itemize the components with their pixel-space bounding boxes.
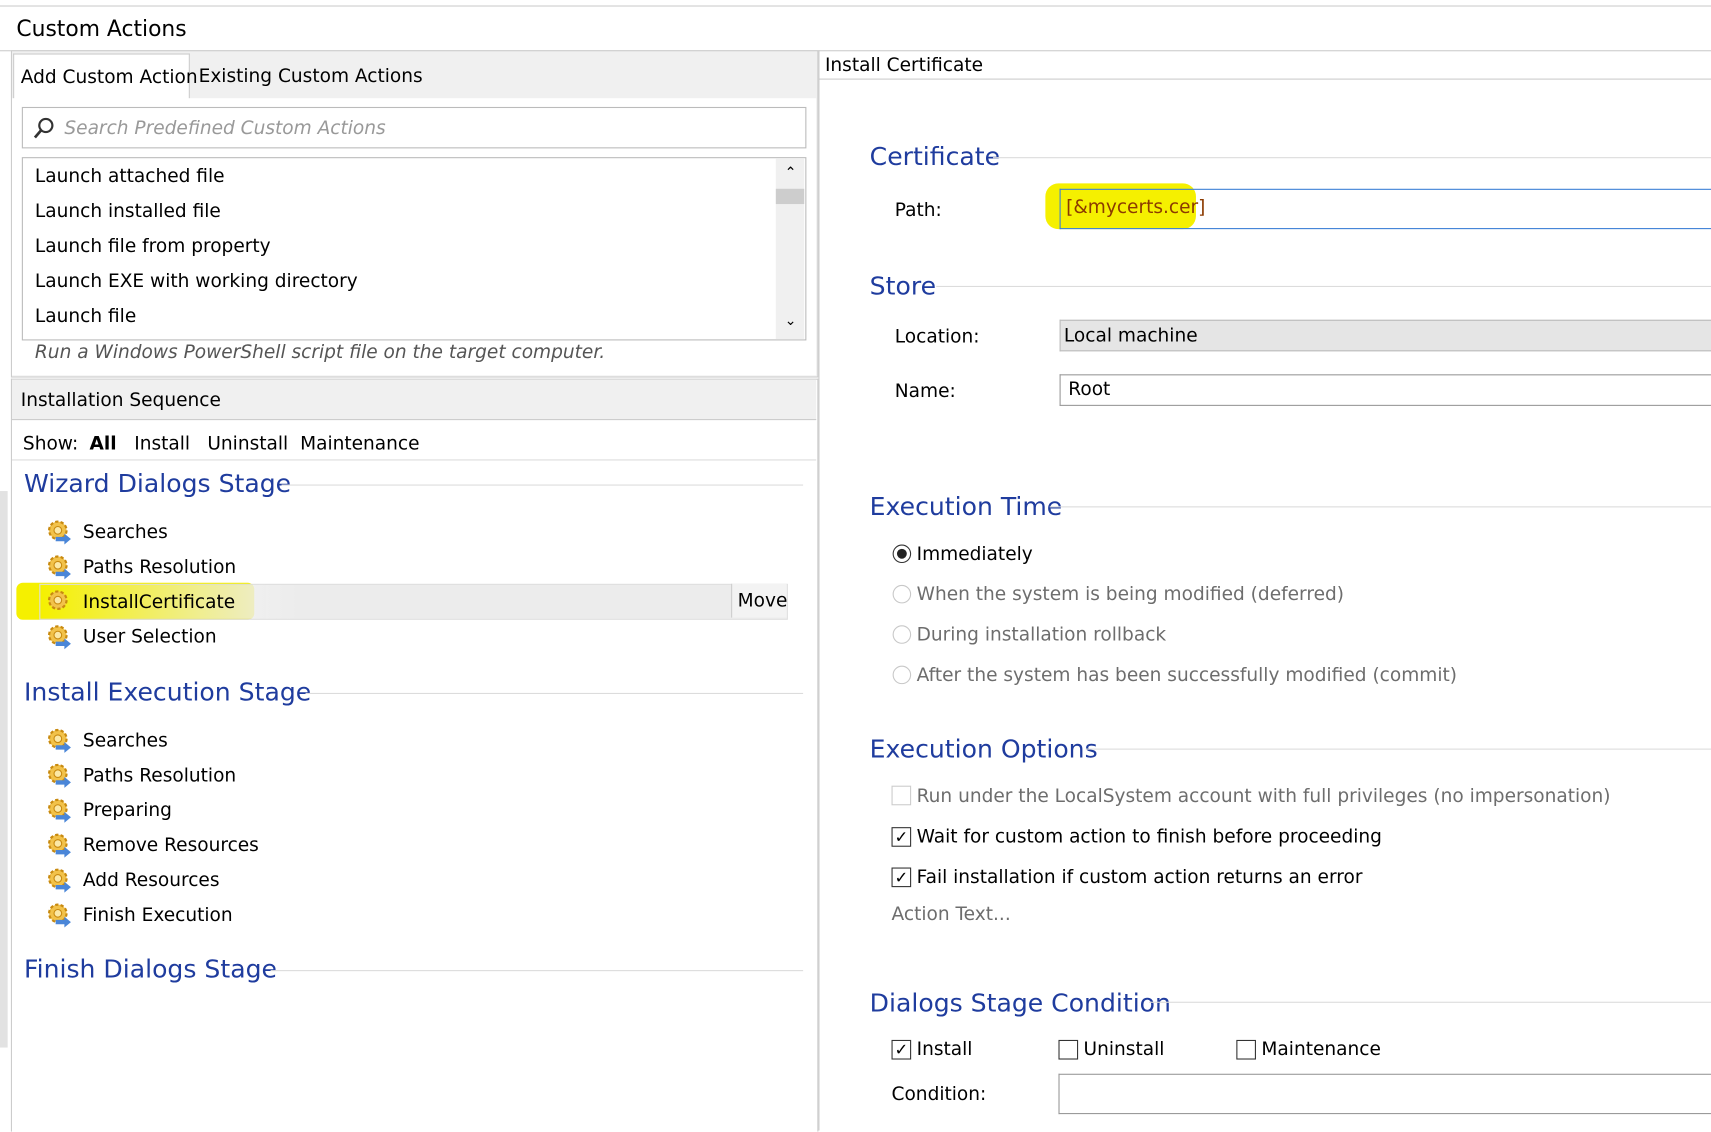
sequence-item[interactable]: InstallCertificate: [83, 591, 235, 613]
name-label: Name:: [894, 380, 956, 403]
checkbox-install[interactable]: ✓: [891, 1039, 912, 1060]
stage-heading: Finish Dialogs Stage: [24, 955, 277, 985]
condition-input[interactable]: [1058, 1073, 1711, 1115]
store-heading: Store: [869, 272, 937, 302]
details-title: Install Certificate: [824, 54, 984, 77]
window-title: Custom Actions: [16, 15, 187, 42]
location-select[interactable]: Local machine: [1059, 319, 1711, 352]
scroll-down-icon[interactable]: ⌄: [785, 313, 797, 329]
gear-arrow-icon: [46, 763, 72, 789]
execution-time-heading: Execution Time: [869, 493, 1063, 522]
filter-uninstall[interactable]: Uninstall: [207, 433, 288, 455]
filter-install[interactable]: Install: [134, 433, 190, 455]
gear-arrow-icon: [46, 728, 72, 754]
gear-arrow-icon: [46, 868, 72, 894]
scrollbar-thumb[interactable]: [775, 188, 805, 205]
checkbox-localsystem[interactable]: [891, 785, 912, 806]
sequence-scrollbar[interactable]: [0, 491, 8, 1048]
dialogs-condition-heading: Dialogs Stage Condition: [869, 989, 1171, 1019]
window-header: Custom Actions: [0, 5, 1711, 52]
checkbox-uninstall[interactable]: [1058, 1039, 1079, 1060]
checkbox-maintenance[interactable]: [1236, 1039, 1256, 1060]
sequence-item[interactable]: Searches: [83, 522, 168, 544]
show-label: Show:: [22, 433, 79, 456]
list-item[interactable]: Launch attached file: [35, 166, 225, 188]
stage-heading: Wizard Dialogs Stage: [24, 470, 292, 499]
gear-arrow-icon: [46, 519, 72, 545]
certificate-heading: Certificate: [869, 142, 1001, 172]
sequence-item[interactable]: Finish Execution: [83, 905, 233, 927]
path-input[interactable]: [&mycerts.cer]: [1059, 188, 1711, 230]
gear-icon: [46, 589, 72, 615]
radio-immediately[interactable]: [892, 544, 912, 564]
checkbox-wait-finish[interactable]: ✓: [891, 827, 912, 847]
list-item[interactable]: Launch EXE with working directory: [35, 271, 358, 293]
path-label: Path:: [894, 199, 942, 222]
installation-sequence-header: Installation Sequence: [12, 379, 817, 421]
name-input[interactable]: Root: [1059, 374, 1711, 406]
scroll-up-icon[interactable]: ⌃: [785, 165, 797, 181]
sequence-item[interactable]: Paths Resolution: [83, 765, 236, 787]
sequence-item[interactable]: Paths Resolution: [83, 557, 236, 579]
gear-arrow-icon: [46, 624, 72, 650]
filter-all[interactable]: All: [89, 433, 116, 455]
action-text-link[interactable]: Action Text...: [892, 904, 1011, 926]
sequence-item[interactable]: Preparing: [83, 800, 172, 822]
condition-label: Condition:: [891, 1083, 987, 1106]
radio-commit[interactable]: [892, 665, 912, 685]
checkbox-fail-on-error[interactable]: ✓: [891, 867, 912, 888]
execution-options-heading: Execution Options: [869, 735, 1098, 764]
location-label: Location:: [894, 326, 980, 349]
list-item[interactable]: Launch file from property: [35, 236, 271, 258]
list-item[interactable]: Launch file: [35, 306, 136, 328]
sequence-item[interactable]: User Selection: [83, 626, 217, 648]
gear-arrow-icon: [46, 798, 72, 824]
sequence-item[interactable]: Remove Resources: [83, 835, 259, 857]
tab-existing-custom-actions[interactable]: Existing Custom Actions: [190, 53, 423, 99]
list-item[interactable]: Launch installed file: [35, 201, 221, 223]
radio-rollback[interactable]: [892, 625, 912, 644]
sequence-item[interactable]: Add Resources: [83, 870, 220, 892]
gear-arrow-icon: [46, 833, 72, 859]
gear-arrow-icon: [46, 554, 72, 580]
list-scrollbar[interactable]: ⌃ ⌄: [775, 158, 805, 340]
action-description: Run a Windows PowerShell script file on …: [34, 341, 606, 364]
gear-arrow-icon: [46, 902, 72, 928]
tab-add-custom-action[interactable]: Add Custom Action: [13, 53, 198, 101]
radio-deferred[interactable]: [892, 584, 912, 604]
sequence-item[interactable]: Searches: [83, 730, 168, 752]
predefined-actions-list: Launch attached file Launch installed fi…: [21, 157, 807, 341]
search-icon: [33, 117, 54, 139]
search-input[interactable]: Search Predefined Custom Actions: [21, 106, 807, 149]
filter-maintenance[interactable]: Maintenance: [300, 433, 419, 455]
move-button[interactable]: Move: [731, 583, 787, 618]
stage-heading: Install Execution Stage: [24, 678, 312, 708]
